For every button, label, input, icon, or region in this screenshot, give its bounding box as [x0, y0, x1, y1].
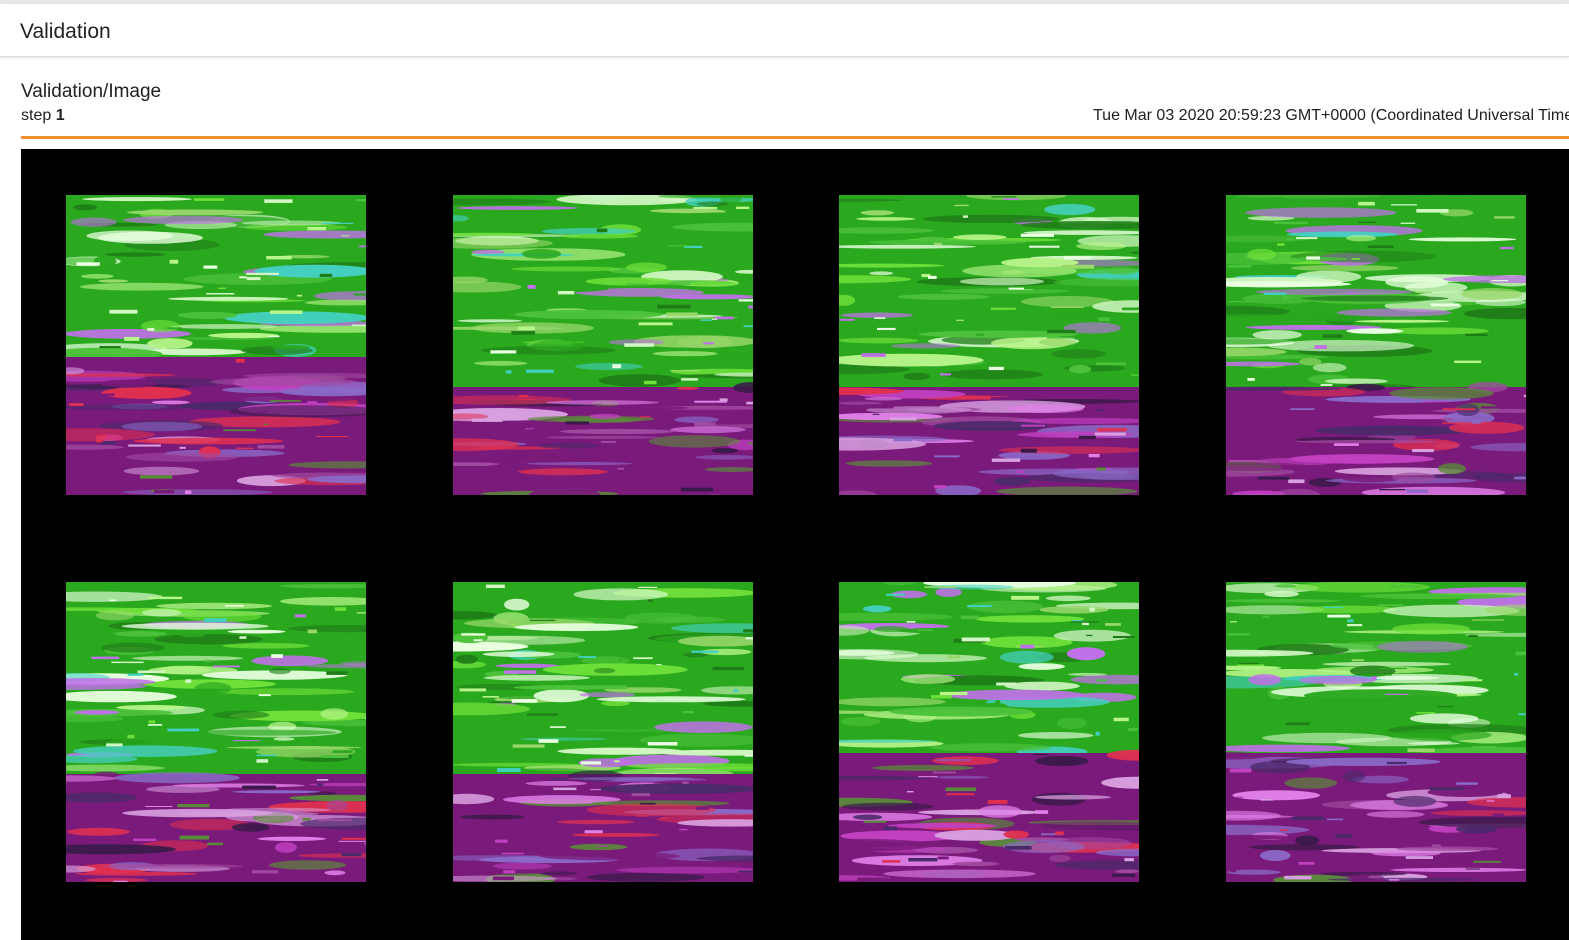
image-thumbnail[interactable]: [66, 195, 366, 495]
section-title: Validation: [20, 20, 111, 43]
step-label: step: [21, 107, 52, 124]
step-slider-track[interactable]: [21, 136, 1569, 139]
thumbnail-image: [66, 195, 366, 495]
section-header[interactable]: Validation: [0, 4, 1569, 57]
wall-time: Tue Mar 03 2020 20:59:23 GMT+0000 (Coord…: [1093, 107, 1569, 124]
card-tag-title: Validation/Image: [21, 81, 162, 102]
thumbnail-image: [66, 582, 366, 882]
step-value: 1: [55, 107, 65, 124]
image-thumbnail[interactable]: [66, 582, 366, 882]
thumbnail-image: [1226, 582, 1526, 882]
image-thumbnail[interactable]: [839, 582, 1139, 882]
thumbnail-image: [839, 582, 1139, 882]
image-thumbnail[interactable]: [839, 195, 1139, 495]
thumbnail-image: [453, 582, 753, 882]
image-thumbnail[interactable]: [453, 195, 753, 495]
thumbnail-image: [1226, 195, 1526, 495]
image-thumbnail[interactable]: [1226, 195, 1526, 495]
image-canvas[interactable]: [21, 149, 1569, 940]
image-thumbnail[interactable]: [453, 582, 753, 882]
thumbnail-image: [839, 195, 1139, 495]
thumbnail-image: [453, 195, 753, 495]
step-indicator: step 1: [21, 106, 65, 126]
image-thumbnail[interactable]: [1226, 582, 1526, 882]
